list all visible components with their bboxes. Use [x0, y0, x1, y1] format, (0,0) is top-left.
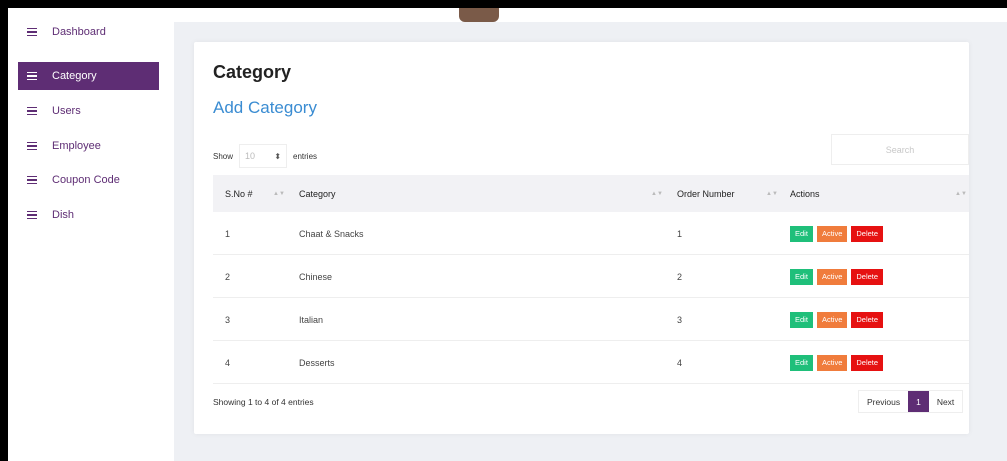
edit-button[interactable]: Edit [790, 311, 813, 328]
sort-icon[interactable]: ▲▼ [273, 175, 285, 212]
delete-button[interactable]: Delete [851, 354, 884, 371]
page-title: Category [213, 62, 292, 82]
sort-icon[interactable]: ▲▼ [766, 175, 778, 212]
avatar[interactable] [459, 8, 499, 22]
edit-button[interactable]: Edit [790, 268, 813, 285]
sidebar-item-dish[interactable]: Dish [18, 201, 159, 229]
sidebar-item-users[interactable]: Users [18, 97, 159, 125]
entries-select[interactable]: 10 ⬍ [239, 144, 288, 168]
cell-actions: Edit Active Delete [790, 341, 887, 384]
app-window: Dashboard Category Users Employee Coupon… [8, 8, 1007, 461]
edit-button[interactable]: Edit [790, 225, 813, 242]
sidebar-item-label: Employee [52, 140, 101, 152]
delete-button[interactable]: Delete [851, 311, 884, 328]
table-row: 2 Chinese 2 Edit Active Delete [213, 255, 969, 298]
active-button[interactable]: Active [816, 311, 848, 328]
next-page-button[interactable]: Next [929, 391, 962, 412]
sort-icon[interactable]: ▲▼ [651, 175, 663, 212]
cell-actions: Edit Active Delete [790, 255, 887, 298]
cell-category: Italian [299, 314, 324, 325]
search-placeholder: Search [885, 144, 915, 155]
table-length-control: Show 10 ⬍ entries [213, 144, 317, 168]
active-button[interactable]: Active [816, 354, 848, 371]
delete-button[interactable]: Delete [851, 225, 884, 242]
delete-button[interactable]: Delete [851, 268, 884, 285]
cell-order-number: 4 [677, 357, 683, 368]
menu-lines-icon [27, 141, 37, 151]
add-category-link[interactable]: Add Category [213, 98, 317, 118]
category-card: Category Add Category Show 10 ⬍ entries … [194, 42, 969, 434]
column-header-sno[interactable]: S.No # [225, 175, 253, 212]
main-content: Category Add Category Show 10 ⬍ entries … [174, 22, 1007, 461]
table-row: 1 Chaat & Snacks 1 Edit Active Delete [213, 212, 969, 255]
sidebar-item-employee[interactable]: Employee [18, 132, 159, 160]
previous-page-button[interactable]: Previous [859, 391, 908, 412]
table-header: S.No # ▲▼ Category ▲▼ Order Number ▲▼ Ac… [213, 175, 969, 212]
table-info: Showing 1 to 4 of 4 entries [213, 397, 314, 407]
menu-lines-icon [27, 210, 37, 220]
cell-order-number: 2 [677, 271, 683, 282]
sidebar-item-category[interactable]: Category [18, 62, 159, 90]
sort-icon[interactable]: ▲▼ [955, 175, 967, 212]
sidebar-item-dashboard[interactable]: Dashboard [18, 18, 159, 46]
sidebar-item-label: Users [52, 105, 81, 117]
cell-order-number: 3 [677, 314, 683, 325]
cell-category: Chinese [299, 271, 333, 282]
column-header-order-number[interactable]: Order Number [677, 175, 735, 212]
search-input[interactable]: Search [831, 134, 969, 165]
sidebar: Dashboard Category Users Employee Coupon… [8, 22, 174, 461]
cell-sno: 4 [225, 357, 231, 368]
sidebar-item-coupon-code[interactable]: Coupon Code [18, 166, 159, 194]
menu-lines-icon [27, 106, 37, 116]
entries-label: entries [293, 151, 318, 161]
cell-sno: 3 [225, 314, 231, 325]
sidebar-item-label: Dashboard [52, 26, 106, 38]
column-header-category[interactable]: Category [299, 175, 336, 212]
sidebar-item-label: Category [52, 70, 97, 82]
sidebar-item-label: Dish [52, 209, 75, 221]
pagination: Previous 1 Next [858, 390, 964, 413]
table-row: 4 Desserts 4 Edit Active Delete [213, 341, 969, 384]
active-button[interactable]: Active [816, 268, 848, 285]
column-header-actions[interactable]: Actions [790, 175, 820, 212]
select-arrows-icon: ⬍ [274, 151, 282, 161]
show-label: Show [213, 151, 234, 161]
edit-button[interactable]: Edit [790, 354, 813, 371]
cell-sno: 2 [225, 271, 231, 282]
entries-select-value: 10 [245, 151, 256, 161]
menu-lines-icon [27, 71, 37, 81]
cell-sno: 1 [225, 228, 231, 239]
cell-category: Desserts [299, 357, 335, 368]
cell-actions: Edit Active Delete [790, 298, 887, 341]
table-row: 3 Italian 3 Edit Active Delete [213, 298, 969, 341]
menu-lines-icon [27, 27, 37, 37]
cell-category: Chaat & Snacks [299, 228, 364, 239]
page-1-button[interactable]: 1 [908, 391, 929, 412]
cell-actions: Edit Active Delete [790, 212, 887, 255]
cell-order-number: 1 [677, 228, 683, 239]
sidebar-item-label: Coupon Code [52, 174, 120, 186]
menu-lines-icon [27, 175, 37, 185]
active-button[interactable]: Active [816, 225, 848, 242]
